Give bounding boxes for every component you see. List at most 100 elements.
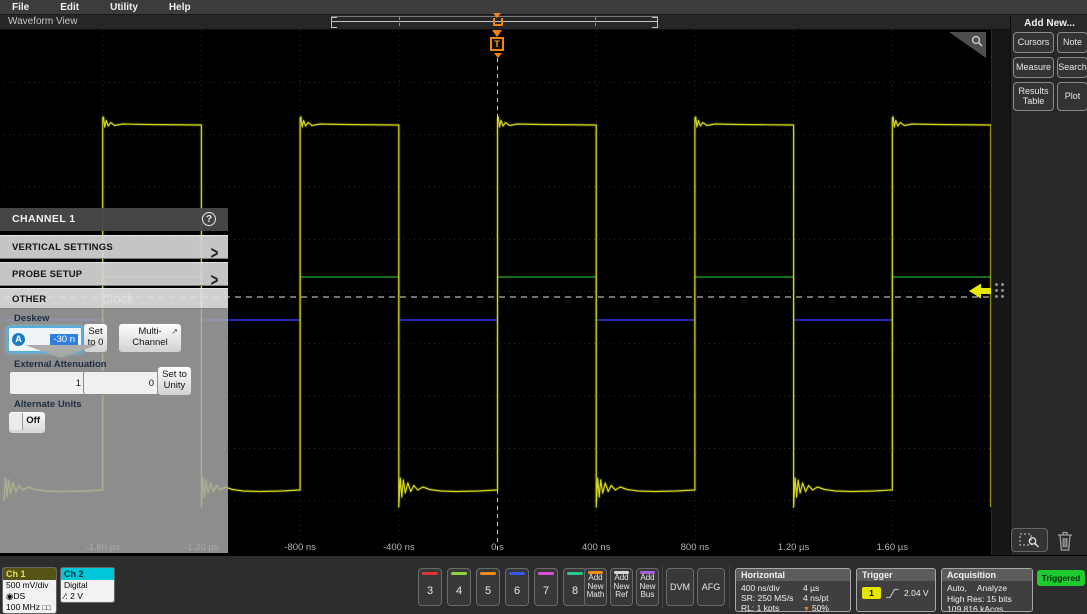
horizontal-position: 50%: [812, 603, 829, 612]
rising-edge-icon: [886, 588, 899, 599]
divider: [662, 566, 663, 608]
menu-bar: File Edit Utility Help: [0, 0, 1087, 15]
external-attenuation-label: External Attenuation: [14, 359, 107, 370]
splitter-drag-handle[interactable]: [995, 283, 1007, 301]
time-axis-label: 800 ns: [681, 542, 710, 553]
attenuation-field-1[interactable]: 1: [9, 371, 87, 395]
section-other[interactable]: OTHER: [0, 288, 228, 309]
ch2-threshold: ∕: 2 V: [61, 591, 114, 602]
afg-button[interactable]: AFG: [697, 568, 725, 606]
trigger-panel[interactable]: Trigger 1 2.04 V: [856, 568, 936, 612]
magnifier-icon: [970, 34, 984, 48]
add-new-buttons: Cursors Note Measure Search Results Tabl…: [1013, 32, 1087, 111]
add-new-math-button[interactable]: Add New Math: [584, 568, 607, 606]
section-probe-setup[interactable]: PROBE SETUP >: [0, 262, 228, 286]
channel-6-button[interactable]: 6: [505, 568, 529, 606]
acquisition-mode: Auto,: [947, 583, 967, 594]
ch1-scale: 500 mV/div: [3, 580, 56, 591]
dialog-title: CHANNEL 1: [0, 208, 228, 231]
attenuation-field-2[interactable]: 0: [83, 371, 160, 395]
measure-button[interactable]: Measure: [1013, 57, 1054, 78]
dialog-pointer-tail: [25, 345, 97, 358]
trigger-title: Trigger: [857, 569, 935, 581]
triggered-status-badge: Triggered: [1037, 570, 1085, 586]
ruler-right-bracket: [652, 17, 658, 28]
bandwidth-icon: □□: [42, 605, 50, 612]
horizontal-position-icon: ▼: [803, 606, 810, 612]
time-axis-label: 1.20 µs: [778, 542, 810, 553]
acquisition-panel[interactable]: Acquisition Auto, Analyze High Res: 15 bi…: [941, 568, 1033, 612]
horizontal-panel[interactable]: Horizontal 400 ns/div4 µs SR: 250 MS/s4 …: [735, 568, 851, 612]
ch1-bandwidth: 100 MHz □□: [3, 602, 56, 614]
acquisition-detail: High Res: 15 bits: [947, 594, 1012, 605]
section-vertical-settings[interactable]: VERTICAL SETTINGS >: [0, 235, 228, 259]
ch1-probe: ◉DS: [3, 591, 56, 602]
trash-button[interactable]: [1052, 528, 1078, 553]
search-button[interactable]: Search: [1057, 57, 1087, 78]
toggle-state: Off: [26, 415, 40, 426]
ruler-tick: [595, 17, 596, 26]
alternate-units-toggle[interactable]: Off: [8, 411, 46, 434]
cursors-button[interactable]: Cursors: [1013, 32, 1054, 53]
channel-4-button[interactable]: 4: [447, 568, 471, 606]
results-table-button[interactable]: Results Table: [1013, 82, 1054, 111]
record-length: RL: 1 kpts: [741, 603, 803, 612]
deskew-label: Deskew: [14, 313, 49, 324]
sample-rate: SR: 250 MS/s: [741, 593, 803, 603]
add-new-panel: Add New... Cursors Note Measure Search R…: [1010, 15, 1087, 555]
channel-5-button[interactable]: 5: [476, 568, 500, 606]
expand-icon: ↗: [171, 327, 178, 336]
trash-icon: [1055, 530, 1075, 552]
horizontal-window: 4 µs: [803, 583, 819, 593]
multipurpose-a-icon: A: [12, 333, 25, 346]
menu-file[interactable]: File: [12, 2, 29, 13]
zoom-box-icon: [1019, 531, 1041, 549]
help-icon[interactable]: ?: [202, 212, 216, 226]
set-to-unity-button[interactable]: Set to Unity: [157, 366, 192, 396]
deskew-value: -30 n: [50, 334, 78, 345]
time-axis-label: -400 ns: [383, 542, 415, 553]
channel-3-button[interactable]: 3: [418, 568, 442, 606]
trigger-position-arrow-icon[interactable]: [492, 30, 502, 37]
dvm-button[interactable]: DVM: [666, 568, 694, 606]
add-new-title: Add New...: [1011, 18, 1087, 29]
ch2-badge-title: Ch 2: [61, 568, 114, 580]
zoom-box-button[interactable]: [1011, 528, 1048, 552]
horizontal-overview-ruler[interactable]: [331, 15, 658, 29]
channel-7-button[interactable]: 7: [534, 568, 558, 606]
acquisition-analyze: Analyze: [977, 583, 1007, 594]
trigger-position-flag[interactable]: T: [490, 37, 504, 51]
plot-button[interactable]: Plot: [1057, 82, 1087, 111]
time-axis-label: 400 ns: [582, 542, 611, 553]
ch2-badge[interactable]: Ch 2 Digital ∕: 2 V: [60, 567, 115, 603]
trigger-flag-tail: [494, 53, 502, 58]
section-label: PROBE SETUP: [12, 269, 82, 280]
ruler-tick: [399, 17, 400, 26]
note-button[interactable]: Note: [1057, 32, 1087, 53]
acquisition-title: Acquisition: [942, 569, 1032, 581]
add-new-ref-button[interactable]: Add New Ref: [610, 568, 633, 606]
multi-channel-button[interactable]: Multi- Channel ↗: [118, 323, 182, 353]
trigger-level-arrow-icon: [969, 284, 991, 299]
time-axis-label: -800 ns: [284, 542, 316, 553]
time-axis-label: 1.60 µs: [877, 542, 909, 553]
add-new-bus-button[interactable]: Add New Bus: [636, 568, 659, 606]
overview-expansion-point-icon[interactable]: [493, 18, 503, 26]
trigger-level: 2.04 V: [904, 588, 929, 598]
ch2-mode: Digital: [61, 580, 114, 591]
menu-help[interactable]: Help: [169, 2, 191, 13]
ch1-badge-title: Ch 1: [3, 568, 56, 580]
alternate-units-label: Alternate Units: [14, 399, 82, 410]
menu-edit[interactable]: Edit: [60, 2, 79, 13]
menu-utility[interactable]: Utility: [110, 2, 138, 13]
multi-channel-label: Multi- Channel: [132, 327, 167, 349]
waveform-view-title: Waveform View: [8, 16, 77, 27]
toggle-knob: [10, 413, 23, 430]
time-axis-label: 0 s: [491, 542, 504, 553]
section-label: OTHER: [12, 294, 46, 305]
ch1-badge[interactable]: Ch 1 500 mV/div ◉DS 100 MHz □□: [2, 567, 57, 614]
bottom-bar: Ch 1 500 mV/div ◉DS 100 MHz □□ Ch 2 Digi…: [0, 555, 1087, 614]
horizontal-title: Horizontal: [736, 569, 850, 581]
acquisition-count: 109.816 kAcqs: [947, 604, 1003, 612]
channel-1-dialog: CHANNEL 1 ? VERTICAL SETTINGS > PROBE SE…: [0, 208, 228, 553]
